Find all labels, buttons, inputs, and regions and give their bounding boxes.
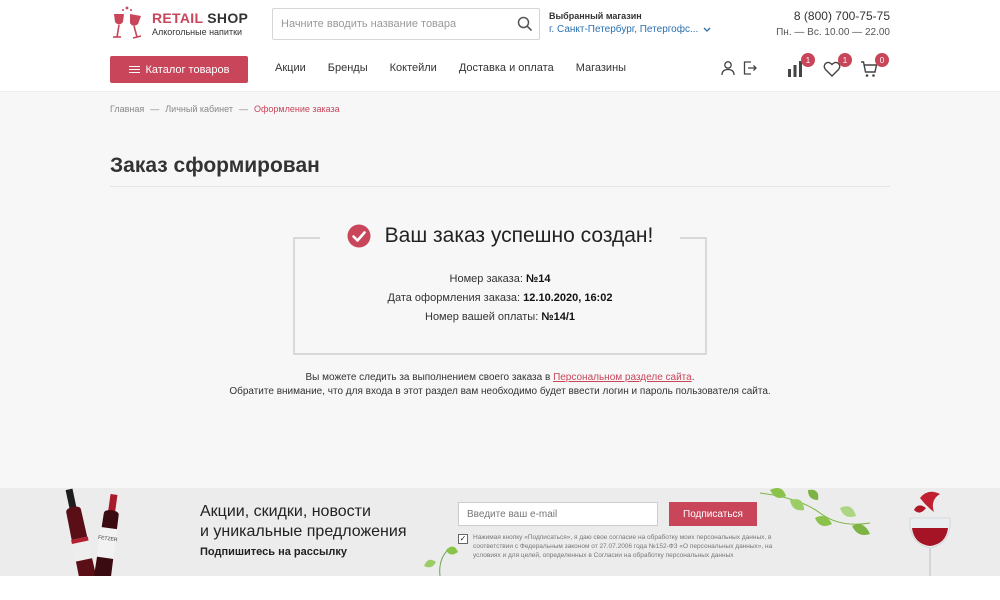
banner-title: Акции, скидки, новости и уникальные пред… (200, 503, 407, 540)
order-info: Номер заказа: №14 Дата оформления заказа… (293, 270, 707, 327)
breadcrumb: Главная — Личный кабинет — Оформление за… (110, 104, 340, 114)
note-line-1: Вы можете следить за выполнением своего … (305, 372, 695, 383)
page-title: Заказ сформирован (110, 154, 320, 177)
breadcrumb-home[interactable]: Главная (110, 104, 144, 114)
breadcrumb-cabinet[interactable]: Личный кабинет (165, 104, 233, 114)
search-input[interactable] (273, 9, 503, 39)
favorites-count-badge: 1 (838, 53, 852, 67)
personal-section-link[interactable]: Персональном разделе сайта (553, 372, 692, 383)
action-controls: 1 1 0 (786, 53, 897, 78)
breadcrumb-current: Оформление заказа (253, 104, 340, 114)
nav-item-stores[interactable]: Магазины (576, 62, 626, 74)
phone-number[interactable]: 8 (800) 700-75-75 (776, 9, 890, 23)
main-nav: Акции Бренды Коктейли Доставка и оплата … (275, 62, 648, 74)
wine-glass-splash-image (909, 491, 951, 576)
store-label: Выбранный магазин (549, 11, 642, 21)
catalog-label: Каталог товаров (145, 63, 230, 76)
order-success-heading: Ваш заказ успешно создан! (320, 219, 680, 253)
check-circle-icon (347, 224, 371, 248)
note-line-2: Обратите внимание, что для входа в этот … (229, 386, 771, 397)
logout-icon[interactable] (742, 60, 758, 76)
page-bottom (0, 576, 1000, 600)
nav-item-promotions[interactable]: Акции (275, 62, 306, 74)
breadcrumb-separator: — (238, 104, 248, 114)
breadcrumb-separator: — (150, 104, 160, 114)
logo[interactable]: RETAIL SHOP Алкогольные напитки (110, 4, 248, 42)
payment-number-value: №14/1 (541, 311, 575, 323)
order-number-value: №14 (525, 273, 551, 285)
subscribe-button[interactable]: Подписаться (669, 502, 757, 526)
store-selector: Выбранный магазин г. Санкт-Петербург, Пе… (549, 11, 711, 35)
nav-item-brands[interactable]: Бренды (328, 62, 368, 74)
order-note: Вы можете следить за выполнением своего … (150, 371, 850, 399)
subscribe-banner: FETZER Акции, скидки, новости и уникальн… (0, 488, 1000, 576)
nav-item-cocktails[interactable]: Коктейли (390, 62, 437, 74)
banner-subtitle: Подпишитесь на рассылку (200, 546, 347, 558)
consent-row: ✓ Нажимая кнопку «Подписаться», я даю св… (458, 533, 798, 560)
store-dropdown[interactable]: г. Санкт-Петербург, Петергофс... (549, 24, 711, 35)
title-divider (110, 186, 890, 187)
nav-item-delivery[interactable]: Доставка и оплата (459, 62, 554, 74)
order-number-label: Номер заказа: (449, 273, 523, 285)
vine-leaf-decoration (424, 546, 458, 576)
store-value: г. Санкт-Петербург, Петергофс... (549, 24, 699, 35)
cart-button[interactable]: 0 (860, 53, 889, 78)
search-box (272, 8, 540, 40)
consent-checkbox[interactable]: ✓ (458, 534, 468, 544)
user-controls (720, 60, 764, 76)
wine-bottles-image: FETZER (65, 488, 119, 576)
success-title: Ваш заказ успешно создан! (384, 224, 654, 247)
search-icon[interactable] (517, 16, 533, 32)
email-input[interactable] (458, 502, 658, 526)
cart-count-badge: 0 (875, 53, 889, 67)
logo-title: RETAIL SHOP (152, 9, 249, 26)
site-header: RETAIL SHOP Алкогольные напитки Выбранны… (0, 0, 1000, 92)
main-content: Главная — Личный кабинет — Оформление за… (0, 92, 1000, 488)
contacts: 8 (800) 700-75-75 Пн. — Вс. 10.00 — 22.0… (776, 9, 890, 38)
chevron-down-icon (703, 27, 711, 32)
logo-subtitle: Алкогольные напитки (152, 26, 243, 37)
wine-glasses-icon (113, 6, 142, 39)
payment-number-row: Номер вашей оплаты: №14/1 (293, 308, 707, 327)
order-date-value: 12.10.2020, 16:02 (523, 292, 613, 304)
order-date-label: Дата оформления заказа: (387, 292, 521, 304)
working-hours: Пн. — Вс. 10.00 — 22.00 (776, 27, 890, 38)
catalog-button[interactable]: Каталог товаров (110, 56, 248, 83)
favorites-button[interactable]: 1 (823, 53, 852, 78)
burger-menu-icon (128, 65, 140, 74)
vine-leaves-decoration (760, 488, 871, 535)
order-number-row: Номер заказа: №14 (293, 270, 707, 289)
compare-count-badge: 1 (801, 53, 815, 67)
order-date-row: Дата оформления заказа: 12.10.2020, 16:0… (293, 289, 707, 308)
payment-number-label: Номер вашей оплаты: (425, 311, 539, 323)
user-icon[interactable] (720, 60, 736, 76)
compare-button[interactable]: 1 (786, 53, 815, 78)
consent-text: Нажимая кнопку «Подписаться», я даю свое… (473, 534, 773, 559)
